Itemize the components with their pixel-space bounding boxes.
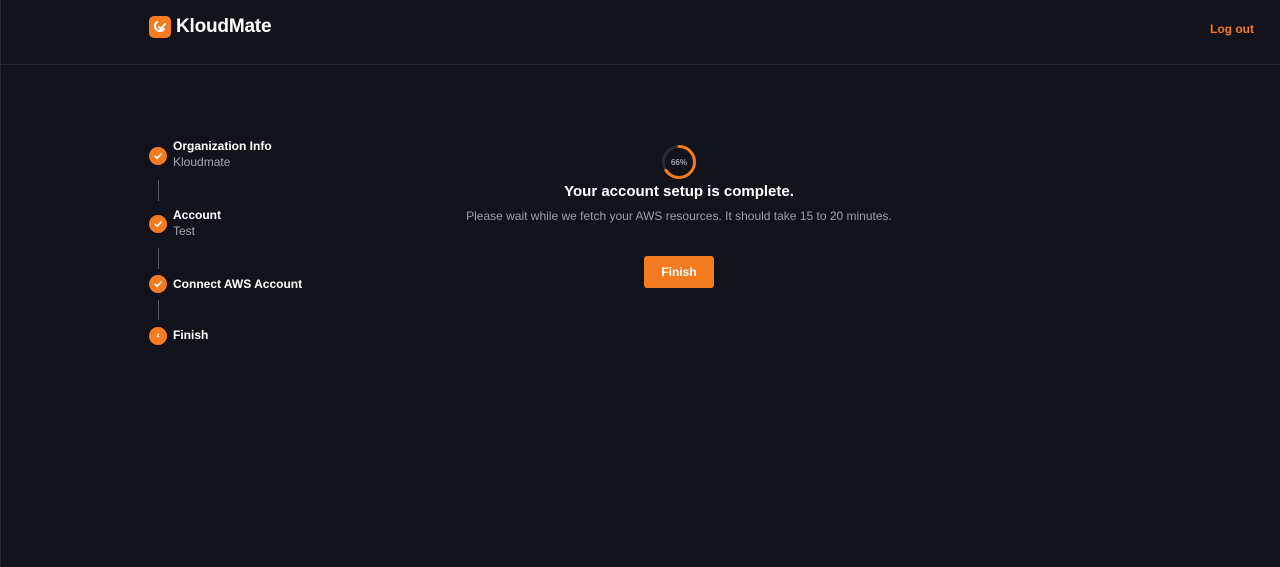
step-subtitle: Kloudmate (173, 155, 231, 169)
onboarding-page: KloudMate Log out Organization Info Klou… (0, 0, 1280, 567)
logout-link[interactable]: Log out (1210, 22, 1254, 36)
finish-button[interactable]: Finish (644, 256, 714, 288)
fetch-resources-message: Please wait while we fetch your AWS reso… (466, 209, 892, 223)
step-number-badge: 4 (149, 327, 167, 345)
setup-complete-panel: 66% Your account setup is complete. Plea… (361, 140, 997, 288)
check-icon (149, 215, 167, 233)
step-connect-aws: Connect AWS Account (149, 275, 302, 293)
step-number: 4 (156, 332, 160, 340)
step-connector (158, 300, 159, 320)
step-account: Account Test (149, 207, 221, 240)
check-icon (149, 147, 167, 165)
brand-name: KloudMate (176, 16, 272, 37)
check-icon (149, 275, 167, 293)
progress-ring: 66% (661, 144, 697, 180)
kloudmate-logo-icon (149, 16, 171, 38)
setup-complete-heading: Your account setup is complete. (564, 183, 794, 200)
step-title: Connect AWS Account (173, 277, 303, 291)
step-connector (158, 248, 159, 269)
brand-logo[interactable]: KloudMate (149, 16, 272, 38)
step-title: Finish (173, 328, 209, 342)
step-organization-info: Organization Info Kloudmate (149, 138, 272, 171)
top-header: KloudMate Log out (1, 0, 1280, 65)
progress-percent: 66% (670, 157, 687, 167)
step-title: Account (173, 208, 221, 222)
step-subtitle: Test (173, 224, 196, 238)
step-finish: 4 Finish (149, 327, 208, 345)
step-connector (158, 180, 159, 201)
step-title: Organization Info (173, 139, 272, 153)
